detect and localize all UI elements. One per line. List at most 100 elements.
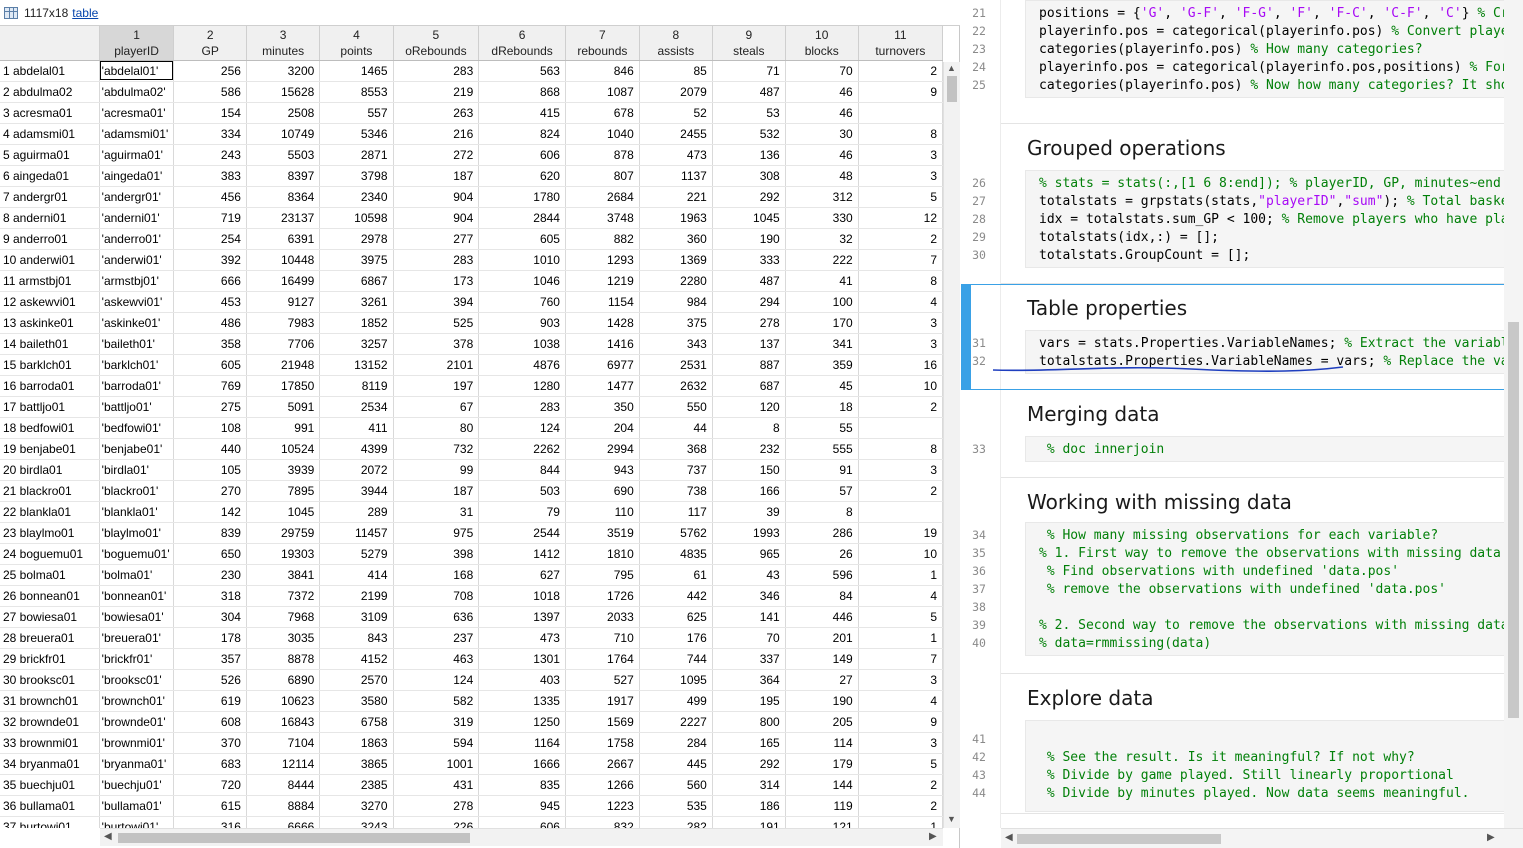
section-heading[interactable]: Merging data <box>1027 402 1159 426</box>
table-cell[interactable]: 52 <box>639 102 713 124</box>
section-heading[interactable]: Working with missing data <box>1027 490 1292 514</box>
table-cell[interactable]: 19303 <box>246 543 321 565</box>
table-cell[interactable]: 887 <box>712 354 786 376</box>
table-cell[interactable] <box>858 417 943 439</box>
table-cell[interactable]: 195 <box>712 690 786 712</box>
table-cell[interactable]: 'bryanma01' <box>99 753 175 775</box>
table-cell[interactable]: 839 <box>173 522 247 544</box>
table-cell[interactable]: 173 <box>393 270 480 292</box>
table-cell[interactable]: 1018 <box>478 585 566 607</box>
code-line[interactable]: playerinfo.pos = categorical(playerinfo.… <box>1039 59 1514 77</box>
row-header[interactable]: 14 bailеth01 <box>0 333 100 355</box>
table-cell[interactable]: 'brownch01' <box>99 690 175 712</box>
row-header[interactable]: 16 barroda01 <box>0 375 100 397</box>
table-cell[interactable]: 486 <box>173 312 247 334</box>
table-cell[interactable]: 334 <box>173 123 247 145</box>
table-cell[interactable]: 304 <box>173 606 247 628</box>
row-header[interactable]: 10 anderwi01 <box>0 249 100 271</box>
table-cell[interactable]: 619 <box>173 690 247 712</box>
table-cell[interactable]: 12 <box>858 207 943 229</box>
column-header[interactable]: 8 assists <box>639 26 713 61</box>
table-cell[interactable]: 2570 <box>319 669 394 691</box>
code-line[interactable]: % doc innerjoin <box>1039 441 1514 459</box>
table-cell[interactable]: 105 <box>173 459 247 481</box>
table-cell[interactable]: 4876 <box>478 354 566 376</box>
row-header[interactable]: 2 abdulma02 <box>0 81 100 103</box>
table-cell[interactable]: 605 <box>478 228 566 250</box>
editor-section[interactable]: Explore data % See the result. Is it mea… <box>1001 674 1515 814</box>
table-cell[interactable]: 'blackro01' <box>99 480 175 502</box>
table-cell[interactable]: 256 <box>173 60 247 82</box>
table-cell[interactable]: 2280 <box>639 270 713 292</box>
table-cell[interactable]: 3 <box>858 312 943 334</box>
table-cell[interactable]: 8 <box>858 123 943 145</box>
table-cell[interactable]: 4 <box>858 585 943 607</box>
table-cell[interactable]: 4 <box>858 291 943 313</box>
table-cell[interactable]: 53 <box>712 102 786 124</box>
table-cell[interactable]: 10749 <box>246 123 321 145</box>
table-cell[interactable]: 882 <box>565 228 640 250</box>
table-cell[interactable]: 2340 <box>319 186 394 208</box>
table-cell[interactable]: 46 <box>785 81 859 103</box>
table-cell[interactable]: 8 <box>785 501 859 523</box>
table-cell[interactable]: 80 <box>393 417 480 439</box>
table-cell[interactable]: 1154 <box>565 291 640 313</box>
table-cell[interactable]: 7104 <box>246 732 321 754</box>
table-cell[interactable]: 'blaylmo01' <box>99 522 175 544</box>
table-cell[interactable]: 11457 <box>319 522 394 544</box>
table-cell[interactable]: 8397 <box>246 165 321 187</box>
table-cell[interactable]: 343 <box>639 333 713 355</box>
table-cell[interactable]: 1219 <box>565 270 640 292</box>
code-line[interactable]: % See the result. Is it meaningful? If n… <box>1039 749 1514 767</box>
code-block[interactable]: vars = stats.Properties.VariableNames; %… <box>1025 330 1515 374</box>
table-cell[interactable]: 738 <box>639 480 713 502</box>
table-cell[interactable]: 'burtowi01' <box>99 816 175 828</box>
table-cell[interactable]: 440 <box>173 438 247 460</box>
table-cell[interactable]: 3975 <box>319 249 394 271</box>
table-cell[interactable]: 316 <box>173 816 247 828</box>
table-cell[interactable]: 85 <box>639 60 713 82</box>
table-cell[interactable]: 2 <box>858 228 943 250</box>
table-cell[interactable]: 1397 <box>478 606 566 628</box>
table-cell[interactable]: 1 <box>858 627 943 649</box>
table-cell[interactable]: 9 <box>858 81 943 103</box>
table-cell[interactable]: 16499 <box>246 270 321 292</box>
table-cell[interactable]: 636 <box>393 606 480 628</box>
table-cell[interactable]: 2 <box>858 480 943 502</box>
table-cell[interactable]: 150 <box>712 459 786 481</box>
table-cell[interactable]: 1038 <box>478 333 566 355</box>
table-cell[interactable]: 710 <box>565 627 640 649</box>
table-cell[interactable]: 21948 <box>246 354 321 376</box>
table-cell[interactable]: 719 <box>173 207 247 229</box>
table-cell[interactable]: 15628 <box>246 81 321 103</box>
table-cell[interactable]: 690 <box>565 480 640 502</box>
table-cell[interactable]: 170 <box>785 312 859 334</box>
table-cell[interactable]: 625 <box>639 606 713 628</box>
row-header[interactable]: 3 acresma01 <box>0 102 100 124</box>
code-line[interactable]: positions = {'G', 'G-F', 'F-G', 'F', 'F-… <box>1039 5 1514 23</box>
table-cell[interactable]: 606 <box>478 144 566 166</box>
table-cell[interactable]: 'blankla01' <box>99 501 175 523</box>
table-cell[interactable]: 1280 <box>478 375 566 397</box>
table-cell[interactable]: 166 <box>712 480 786 502</box>
table-cell[interactable]: 308 <box>712 165 786 187</box>
editor-vertical-scrollbar[interactable] <box>1504 0 1523 828</box>
table-cell[interactable]: 364 <box>712 669 786 691</box>
table-cell[interactable]: 398 <box>393 543 480 565</box>
table-cell[interactable]: 5091 <box>246 396 321 418</box>
table-cell[interactable]: 'anderro01' <box>99 228 175 250</box>
table-cell[interactable]: 4 <box>858 690 943 712</box>
table-cell[interactable]: 965 <box>712 543 786 565</box>
table-cell[interactable]: 'baileth01' <box>99 333 175 355</box>
table-cell[interactable]: 3841 <box>246 564 321 586</box>
table-cell[interactable]: 'armstbj01' <box>99 270 175 292</box>
table-cell[interactable]: 197 <box>393 375 480 397</box>
table-cell[interactable]: 'brickfr01' <box>99 648 175 670</box>
table-cell[interactable]: 844 <box>478 459 566 481</box>
table-cell[interactable]: 525 <box>393 312 480 334</box>
code-block[interactable]: % How many missing observations for each… <box>1025 522 1515 656</box>
horizontal-scrollbar[interactable]: ◀ ▶ <box>100 828 943 846</box>
table-cell[interactable]: 6890 <box>246 669 321 691</box>
table-cell[interactable]: 431 <box>393 774 480 796</box>
table-cell[interactable]: 186 <box>712 795 786 817</box>
